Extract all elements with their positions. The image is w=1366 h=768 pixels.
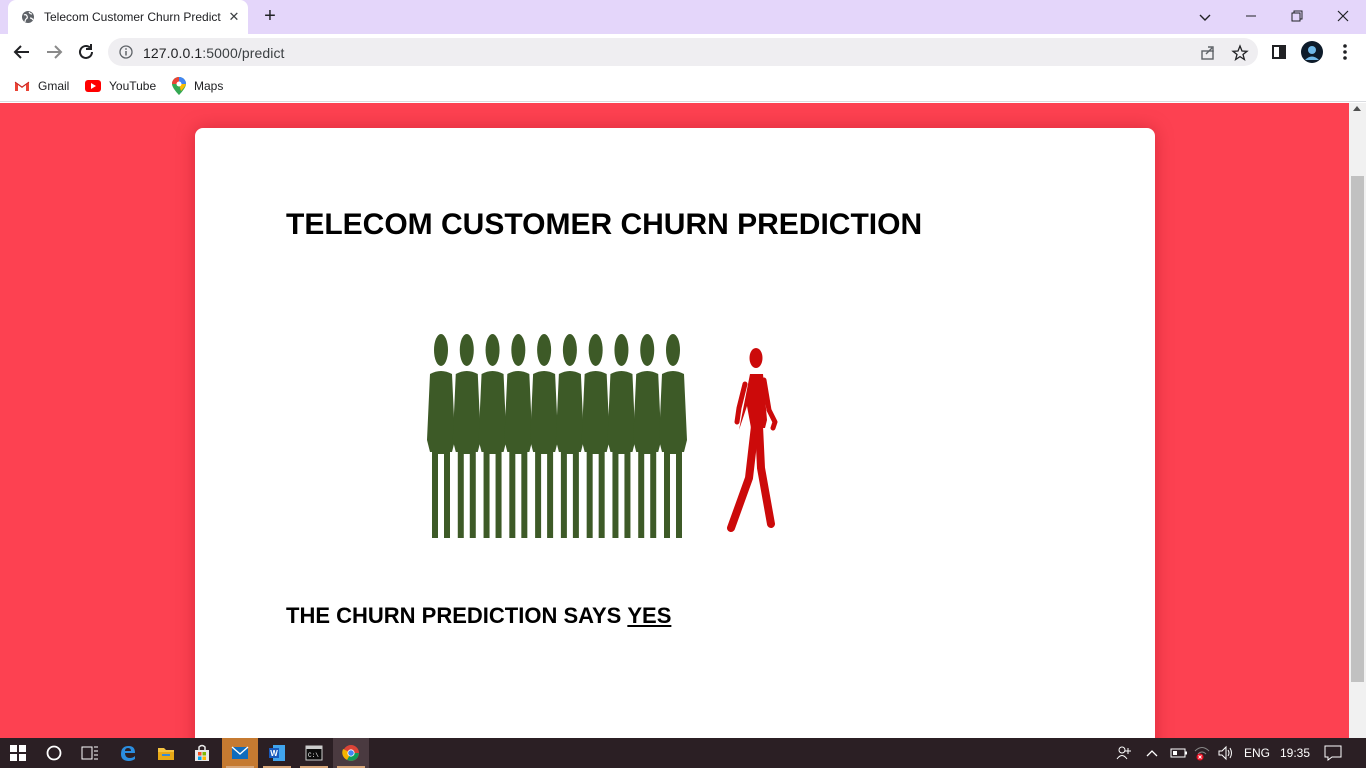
staying-customer-figure xyxy=(530,334,559,538)
staying-customer-figure xyxy=(659,334,687,538)
bookmarks-bar: Gmail YouTube Maps xyxy=(0,70,1366,102)
word-icon[interactable]: W xyxy=(259,738,295,768)
store-icon[interactable] xyxy=(184,738,220,768)
bookmark-gmail[interactable]: Gmail xyxy=(14,76,69,96)
staying-customer-figure xyxy=(478,334,507,538)
youtube-icon xyxy=(85,80,101,92)
page-viewport: TELECOM CUSTOMER CHURN PREDICTION THE CH… xyxy=(0,103,1349,738)
wifi-disconnected-icon[interactable] xyxy=(1193,738,1211,768)
browser-toolbar: 127.0.0.1:5000/predict xyxy=(0,34,1366,70)
task-view-icon[interactable] xyxy=(72,738,108,768)
terminal-icon[interactable]: C:\ xyxy=(296,738,332,768)
bookmark-label: Gmail xyxy=(38,79,70,93)
prediction-result: THE CHURN PREDICTION SAYS YES xyxy=(286,603,671,629)
forward-arrow-icon[interactable] xyxy=(43,41,65,63)
edge-icon[interactable] xyxy=(110,738,146,768)
bookmark-star-icon[interactable] xyxy=(1231,44,1249,62)
clock[interactable]: 19:35 xyxy=(1280,738,1310,768)
tab-search-icon[interactable] xyxy=(1195,7,1215,27)
staying-customer-figure xyxy=(633,334,662,538)
svg-text:W: W xyxy=(270,749,278,758)
cortana-search-icon[interactable] xyxy=(36,738,72,768)
vertical-scrollbar[interactable] xyxy=(1349,103,1366,738)
browser-tab[interactable]: Telecom Customer Churn Predict ✕ xyxy=(8,0,248,34)
result-value: YES xyxy=(627,603,672,628)
mail-icon[interactable] xyxy=(222,738,258,768)
churn-illustration xyxy=(427,334,778,538)
battery-icon[interactable] xyxy=(1170,738,1188,768)
site-info-icon[interactable] xyxy=(119,45,133,59)
scroll-up-arrow-icon[interactable] xyxy=(1353,106,1361,111)
url-text[interactable]: 127.0.0.1:5000/predict xyxy=(143,45,285,61)
bookmark-maps[interactable]: Maps xyxy=(172,76,223,96)
tab-close-icon[interactable]: ✕ xyxy=(226,9,242,25)
volume-icon[interactable] xyxy=(1217,738,1235,768)
url-host: 127.0.0.1 xyxy=(143,45,203,61)
share-icon[interactable] xyxy=(1199,44,1217,62)
new-tab-button[interactable]: + xyxy=(260,6,280,26)
staying-customer-figure xyxy=(504,334,533,538)
url-path: :5000/predict xyxy=(202,45,285,61)
reload-icon[interactable] xyxy=(75,41,97,63)
staying-customer-figure xyxy=(607,334,636,538)
profile-avatar-icon[interactable] xyxy=(1301,41,1323,63)
leaving-customer-figure xyxy=(727,348,778,532)
tab-strip: Telecom Customer Churn Predict ✕ + xyxy=(0,0,1366,34)
chrome-icon[interactable] xyxy=(333,738,369,768)
scroll-thumb[interactable] xyxy=(1351,176,1364,682)
file-explorer-icon[interactable] xyxy=(148,738,184,768)
language-indicator[interactable]: ENG xyxy=(1244,738,1270,768)
result-prefix: THE CHURN PREDICTION SAYS xyxy=(286,603,622,628)
restore-icon[interactable] xyxy=(1287,7,1307,27)
chevron-up-icon[interactable] xyxy=(1146,738,1158,768)
page-title: TELECOM CUSTOMER CHURN PREDICTION xyxy=(286,208,923,241)
svg-text:C:\: C:\ xyxy=(308,752,319,759)
staying-customer-figure xyxy=(452,334,481,538)
staying-customers-group xyxy=(427,334,687,538)
notifications-icon[interactable] xyxy=(1324,738,1342,768)
minimize-icon[interactable] xyxy=(1241,7,1261,27)
back-arrow-icon[interactable] xyxy=(11,41,33,63)
windows-start-icon[interactable] xyxy=(0,738,36,768)
staying-customer-figure xyxy=(555,334,584,538)
maps-icon xyxy=(172,77,186,95)
address-bar[interactable]: 127.0.0.1:5000/predict xyxy=(108,38,1258,66)
prediction-card: TELECOM CUSTOMER CHURN PREDICTION THE CH… xyxy=(195,128,1155,738)
staying-customer-figure xyxy=(427,334,455,538)
bookmark-label: Maps xyxy=(194,79,224,93)
close-window-icon[interactable] xyxy=(1333,7,1353,27)
staying-customer-figure xyxy=(581,334,610,538)
people-icon[interactable] xyxy=(1116,738,1132,768)
side-panel-icon[interactable] xyxy=(1268,41,1290,63)
gmail-icon xyxy=(14,81,30,91)
menu-kebab-icon[interactable] xyxy=(1334,41,1356,63)
bookmark-label: YouTube xyxy=(109,79,157,93)
tab-title: Telecom Customer Churn Predict xyxy=(44,10,221,24)
bookmark-youtube[interactable]: YouTube xyxy=(85,76,156,96)
windows-taskbar: W C:\ ENG 19:35 xyxy=(0,738,1366,768)
globe-icon xyxy=(22,11,34,23)
